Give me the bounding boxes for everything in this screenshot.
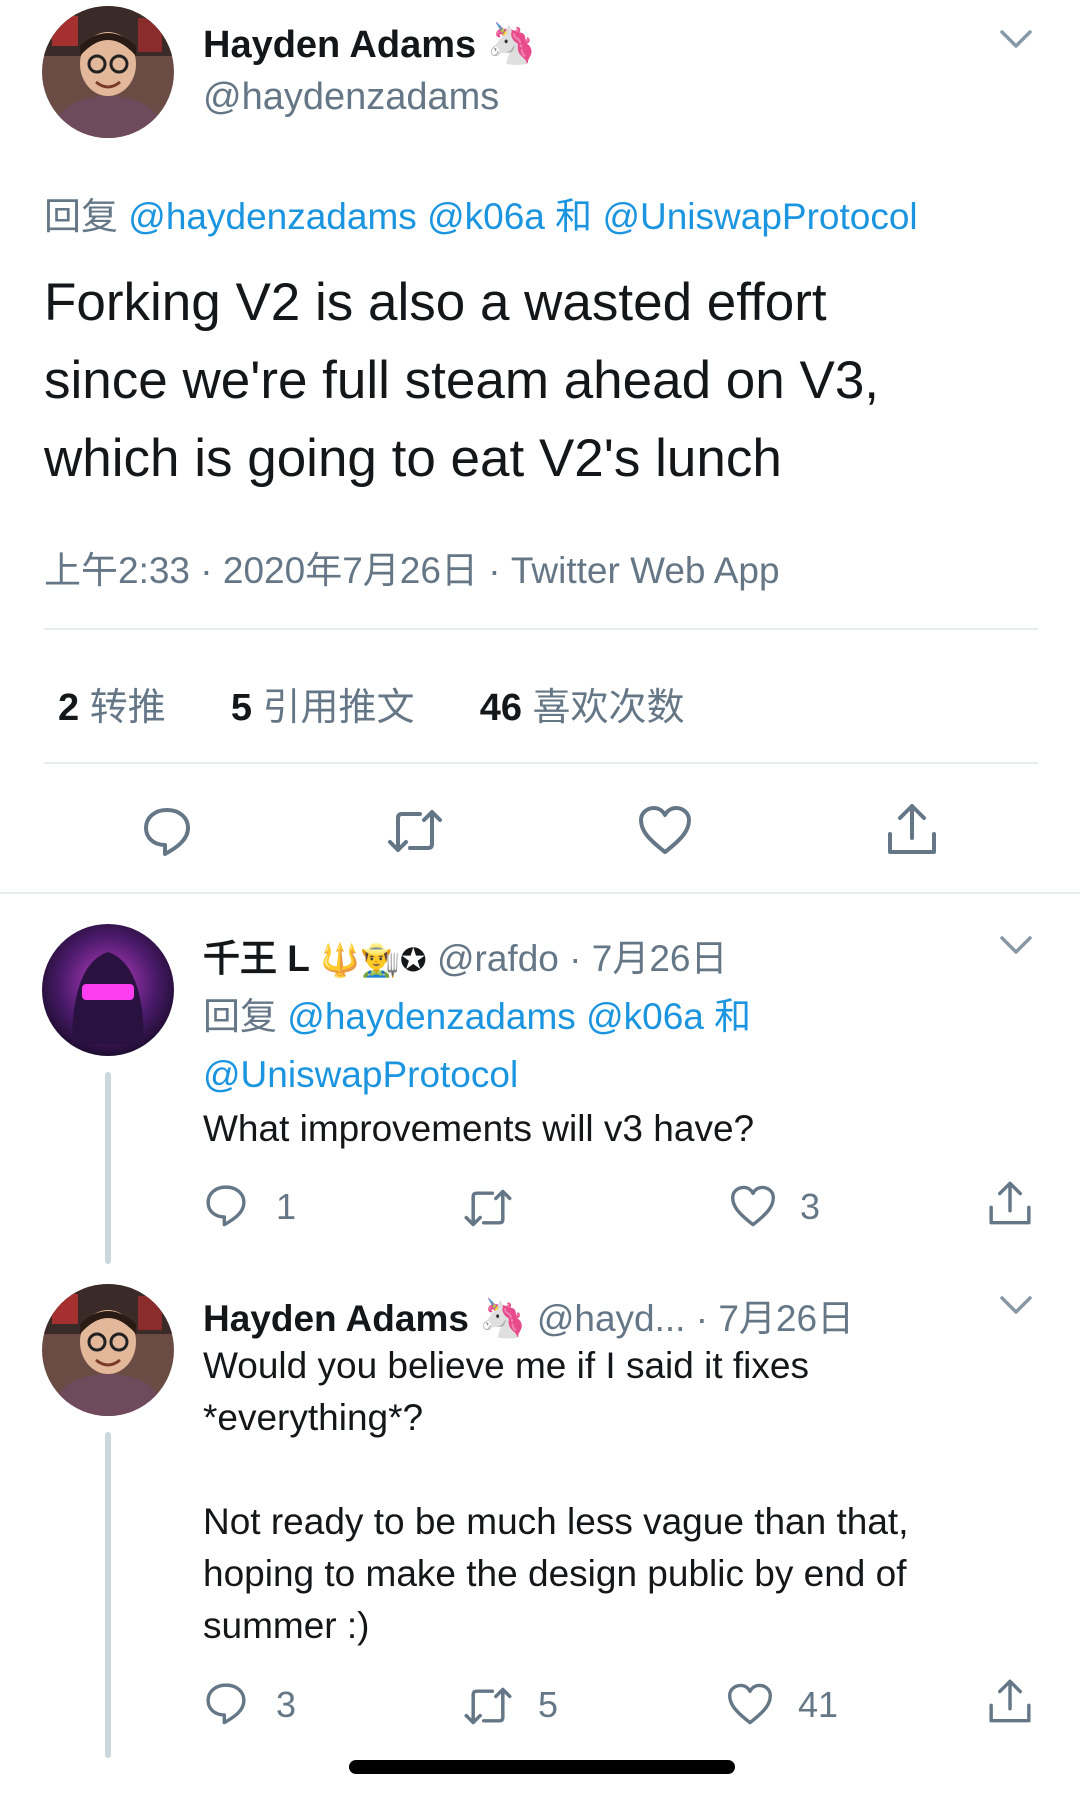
retweets-stat[interactable]: 2 转推	[58, 687, 176, 729]
separator-dot: ·	[695, 1298, 709, 1339]
author-handle[interactable]: @rafdo	[437, 938, 559, 979]
separator-dot: ·	[200, 550, 213, 591]
tweet-date[interactable]: 7月26日	[592, 938, 728, 979]
mention-link[interactable]: @k06a	[586, 996, 704, 1037]
chevron-down-icon[interactable]	[998, 930, 1034, 958]
avatar-rafdo[interactable]	[42, 924, 174, 1056]
mention-link[interactable]: @k06a	[427, 196, 545, 237]
divider	[44, 628, 1038, 630]
retweet-icon[interactable]	[461, 1186, 515, 1230]
like-count: 3	[800, 1186, 821, 1227]
badge-emoji-icon: 🔱👨‍🌾✪	[320, 942, 427, 978]
tweet-stats: 2 转推 5 引用推文 46 喜欢次数	[58, 676, 685, 731]
mention-link[interactable]: @UniswapProtocol	[203, 1054, 518, 1095]
reply-count: 1	[276, 1186, 297, 1227]
chevron-down-icon[interactable]	[998, 24, 1034, 52]
quotes-label: 引用推文	[262, 687, 415, 729]
divider	[0, 892, 1080, 894]
retweets-count: 2	[58, 687, 80, 729]
separator-dot: ·	[569, 938, 582, 979]
reply-icon[interactable]	[203, 1182, 249, 1228]
tweet-text-line: *everything*?	[203, 1397, 424, 1438]
like-icon[interactable]	[637, 804, 693, 856]
reply-prefix: 回复	[44, 196, 118, 237]
like-count: 41	[798, 1684, 839, 1725]
share-icon[interactable]	[884, 800, 940, 858]
reply-header: Hayden Adams 🦄 @hayd... · 7月26日	[203, 1288, 854, 1342]
likes-stat[interactable]: 46 喜欢次数	[480, 687, 685, 729]
mention-link[interactable]: @haydenzadams	[287, 996, 576, 1037]
tweet-date[interactable]: 2020年7月26日	[223, 550, 478, 591]
reply-prefix: 回复	[203, 996, 277, 1037]
tweet-text: Would you believe me if I said it fixes …	[203, 1340, 908, 1652]
reply-and: 和	[714, 996, 752, 1037]
thread-connector	[105, 1072, 111, 1264]
retweet-icon[interactable]	[461, 1684, 515, 1728]
tweet-date[interactable]: 7月26日	[718, 1298, 854, 1339]
tweet-text: What improvements will v3 have?	[203, 1108, 755, 1149]
reply-icon[interactable]	[140, 804, 194, 858]
mention-link[interactable]: @haydenzadams	[128, 196, 417, 237]
separator-dot: ·	[488, 550, 501, 591]
reply-icon[interactable]	[203, 1680, 249, 1726]
like-icon[interactable]	[729, 1184, 777, 1228]
share-icon[interactable]	[986, 1178, 1034, 1228]
home-indicator[interactable]	[349, 1760, 735, 1774]
unicorn-icon: 🦄	[486, 22, 537, 66]
author-name-text[interactable]: Hayden Adams	[203, 24, 476, 66]
tweet-text: Forking V2 is also a wasted effort since…	[44, 264, 879, 498]
tweet-text-line: summer :)	[203, 1605, 370, 1646]
author-name[interactable]: Hayden Adams	[203, 1298, 469, 1339]
reply-and: 和	[555, 196, 593, 237]
author-handle[interactable]: @haydenzadams	[203, 76, 499, 119]
tweet-text-line: since we're full steam ahead on V3,	[44, 351, 880, 410]
chevron-down-icon[interactable]	[998, 1290, 1034, 1318]
tweet-text-line: hoping to make the design public by end …	[203, 1553, 907, 1594]
avatar-hayden-adams[interactable]	[42, 6, 174, 138]
reply-context: 回复 @haydenzadams @k06a 和 @UniswapProtoco…	[203, 988, 1003, 1104]
reply-count: 3	[276, 1684, 297, 1725]
likes-label: 喜欢次数	[532, 687, 685, 729]
tweet-meta: 上午2:33 · 2020年7月26日 · Twitter Web App	[44, 540, 780, 594]
quotes-count: 5	[230, 687, 252, 729]
tweet-time[interactable]: 上午2:33	[44, 550, 190, 591]
reply-header: 千王 L 🔱👨‍🌾✪ @rafdo · 7月26日	[203, 928, 727, 982]
retweet-count: 5	[538, 1684, 559, 1725]
tweet-text-line: Forking V2 is also a wasted effort	[44, 273, 827, 332]
author-name[interactable]: Hayden Adams 🦄	[203, 20, 537, 67]
quotes-stat[interactable]: 5 引用推文	[231, 687, 425, 729]
tweet-text-line: Would you believe me if I said it fixes	[203, 1345, 809, 1386]
author-handle[interactable]: @hayd...	[537, 1298, 686, 1339]
retweet-icon[interactable]	[384, 806, 446, 856]
thread-connector	[105, 1432, 111, 1758]
tweet-source[interactable]: Twitter Web App	[511, 550, 780, 591]
tweet-text-line: Not ready to be much less vague than tha…	[203, 1501, 909, 1542]
share-icon[interactable]	[986, 1676, 1034, 1726]
author-name[interactable]: 千王 L	[203, 938, 310, 979]
retweets-label: 转推	[89, 687, 166, 729]
reply-context: 回复 @haydenzadams @k06a 和 @UniswapProtoco…	[44, 186, 918, 240]
avatar-hayden-adams[interactable]	[42, 1284, 174, 1416]
mention-link[interactable]: @UniswapProtocol	[602, 196, 917, 237]
like-icon[interactable]	[726, 1682, 774, 1726]
unicorn-icon: 🦄	[479, 1298, 527, 1340]
tweet-text-line: which is going to eat V2's lunch	[44, 429, 782, 488]
likes-count: 46	[479, 687, 522, 729]
divider	[44, 762, 1038, 764]
